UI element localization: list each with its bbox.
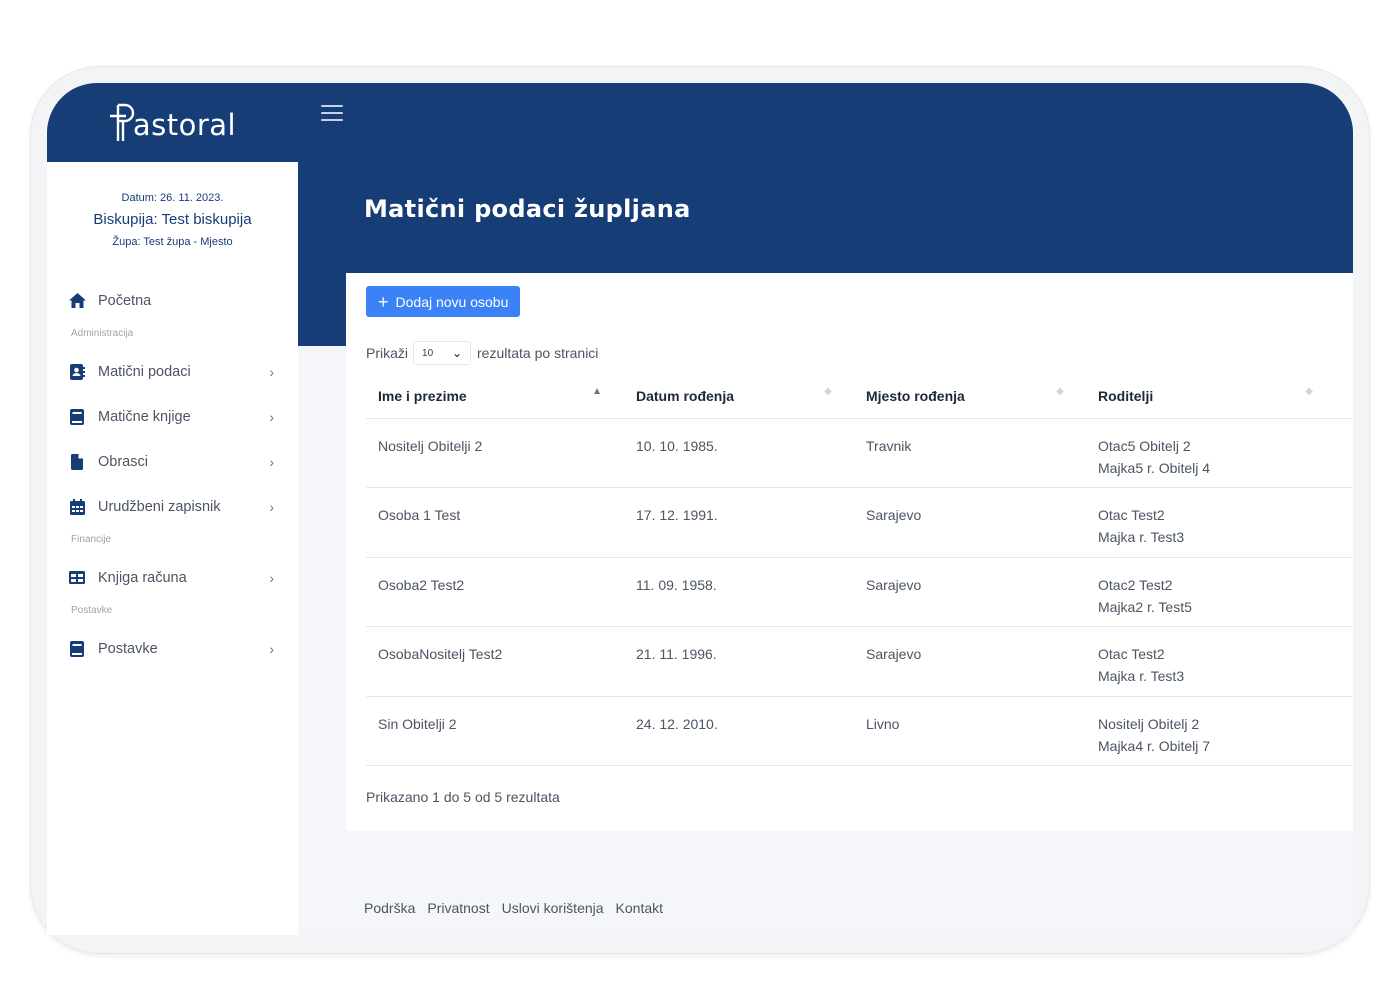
header-extension (298, 273, 346, 346)
address-book-icon (68, 363, 86, 381)
book-icon (68, 408, 86, 426)
cell-parents: Otac5 Obitelj 2 Majka5 r. Obitelj 4 (1086, 418, 1353, 488)
table-row[interactable]: OsobaNositelj Test2 21. 11. 1996. Saraje… (366, 626, 1353, 697)
page-size-control: Prikaži 10 ⌄ rezultata po stranici (366, 341, 598, 365)
cell-dob: 24. 12. 2010. (624, 696, 854, 766)
cell-place: Sarajevo (854, 626, 1086, 697)
book-icon (68, 640, 86, 658)
sidebar-item-maticni-podaci[interactable]: Matični podaci › (47, 349, 298, 394)
chevron-right-icon: › (269, 569, 274, 586)
footer-link-privacy[interactable]: Privatnost (427, 900, 489, 916)
sidebar-item-label: Obrasci (98, 453, 148, 470)
page-size-value: 10 (422, 347, 434, 359)
add-person-label: Dodaj novu osobu (395, 293, 509, 310)
page-title: Matični podaci župljana (364, 195, 691, 223)
people-table: Ime i prezime ▲ Datum rođenja ◆ Mjesto rođ… (366, 374, 1353, 766)
chevron-right-icon: › (269, 640, 274, 657)
cell-name: Sin Obitelji 2 (366, 696, 624, 766)
sidebar-item-label: Matične knjige (98, 408, 191, 425)
cell-name: OsobaNositelj Test2 (366, 626, 624, 697)
table-row[interactable]: Osoba 1 Test 17. 12. 1991. Sarajevo Otac… (366, 487, 1353, 558)
chevron-right-icon: › (269, 363, 274, 380)
column-header-dob[interactable]: Datum rođenja ◆ (624, 374, 854, 419)
page-size-select[interactable]: 10 ⌄ (413, 341, 472, 365)
cell-dob: 11. 09. 1958. (624, 557, 854, 627)
sort-icon: ◆ (824, 386, 832, 397)
table-row[interactable]: Sin Obitelji 2 24. 12. 2010. Livno Nosit… (366, 696, 1353, 766)
chevron-right-icon: › (269, 453, 274, 470)
current-date: Datum: 26. 11. 2023. (121, 192, 224, 204)
cross-p-logo-icon (109, 103, 134, 141)
sidebar-item-knjiga-racuna[interactable]: Knjiga računa › (47, 555, 298, 600)
section-label-administracija: Administracija (71, 328, 134, 339)
home-icon (68, 292, 86, 310)
cell-dob: 10. 10. 1985. (624, 418, 854, 488)
file-icon (68, 453, 86, 471)
table-header-row: Ime i prezime ▲ Datum rođenja ◆ Mjesto rođ… (366, 374, 1353, 419)
chevron-right-icon: › (269, 408, 274, 425)
cell-dob: 17. 12. 1991. (624, 487, 854, 558)
sidebar-item-label: Urudžbeni zapisnik (98, 498, 221, 515)
table-row[interactable]: Nositelj Obitelji 2 10. 10. 1985. Travni… (366, 418, 1353, 488)
show-label: Prikaži (366, 345, 409, 361)
parish-info: Datum: 26. 11. 2023. Biskupija: Test bis… (47, 162, 298, 248)
sidebar-nav: Početna Administracija Matični podaci › … (47, 278, 298, 671)
sidebar-item-urudzbeni-zapisnik[interactable]: Urudžbeni zapisnik › (47, 484, 298, 529)
app-screen: astoral Datum: 26. 11. 2023. Biskupija: … (47, 83, 1353, 935)
pastoral-logo[interactable]: astoral (109, 101, 236, 145)
cell-place: Livno (854, 696, 1086, 766)
brand-name: astoral (132, 107, 237, 142)
table-icon (68, 569, 86, 587)
footer-link-contact[interactable]: Kontakt (616, 900, 663, 916)
section-label-financije: Financije (71, 534, 112, 545)
calendar-icon (68, 498, 86, 516)
cell-name: Osoba 1 Test (366, 487, 624, 558)
parish-name: Župa: Test župa - Mjesto (112, 236, 233, 248)
per-page-suffix: rezultata po stranici (477, 345, 599, 361)
column-header-parents[interactable]: Roditelji ◆ (1086, 374, 1353, 419)
sidebar-item-postavke[interactable]: Postavke › (47, 626, 298, 671)
chevron-right-icon: › (269, 498, 274, 515)
top-header: Matični podaci župljana (298, 83, 1353, 273)
column-header-place[interactable]: Mjesto rođenja ◆ (854, 374, 1086, 419)
content-card: + Dodaj novu osobu Prikaži 10 ⌄ rezultat… (346, 273, 1353, 831)
cell-parents: Nositelj Obitelj 2 Majka4 r. Obitelj 7 (1086, 696, 1353, 766)
results-summary: Prikazano 1 do 5 od 5 rezultata (366, 789, 560, 805)
chevron-down-icon: ⌄ (451, 346, 463, 360)
sidebar-item-maticne-knjige[interactable]: Matične knjige › (47, 394, 298, 439)
cell-parents: Otac Test2 Majka r. Test3 (1086, 626, 1353, 697)
cell-place: Sarajevo (854, 557, 1086, 627)
cell-parents: Otac2 Test2 Majka2 r. Test5 (1086, 557, 1353, 627)
sidebar-item-label: Početna (98, 292, 152, 309)
sort-icon: ◆ (1305, 386, 1313, 397)
footer-links: Podrška Privatnost Uslovi korištenja Kon… (364, 900, 663, 916)
sidebar-item-label: Matični podaci (98, 363, 191, 380)
diocese-name: Biskupija: Test biskupija (93, 211, 252, 228)
sidebar: astoral Datum: 26. 11. 2023. Biskupija: … (47, 83, 298, 935)
sort-icon: ◆ (1056, 386, 1064, 397)
cell-place: Travnik (854, 418, 1086, 488)
sidebar-item-label: Knjiga računa (98, 569, 187, 586)
add-person-button[interactable]: + Dodaj novu osobu (366, 286, 521, 317)
cell-dob: 21. 11. 1996. (624, 626, 854, 697)
column-header-name[interactable]: Ime i prezime ▲ (366, 374, 624, 419)
section-label-postavke: Postavke (71, 605, 113, 616)
cell-name: Nositelj Obitelji 2 (366, 418, 624, 488)
cell-place: Sarajevo (854, 487, 1086, 558)
menu-toggle-icon[interactable] (321, 105, 343, 123)
sidebar-item-obrasci[interactable]: Obrasci › (47, 439, 298, 484)
table-row[interactable]: Osoba2 Test2 11. 09. 1958. Sarajevo Otac… (366, 557, 1353, 627)
sort-icon: ▲ (592, 386, 602, 397)
plus-icon: + (378, 291, 389, 312)
logo-area: astoral (47, 83, 298, 162)
sidebar-item-pocetna[interactable]: Početna (47, 278, 298, 323)
sidebar-item-label: Postavke (98, 640, 158, 657)
footer-link-support[interactable]: Podrška (364, 900, 415, 916)
footer-link-terms[interactable]: Uslovi korištenja (502, 900, 604, 916)
cell-name: Osoba2 Test2 (366, 557, 624, 627)
cell-parents: Otac Test2 Majka r. Test3 (1086, 487, 1353, 558)
